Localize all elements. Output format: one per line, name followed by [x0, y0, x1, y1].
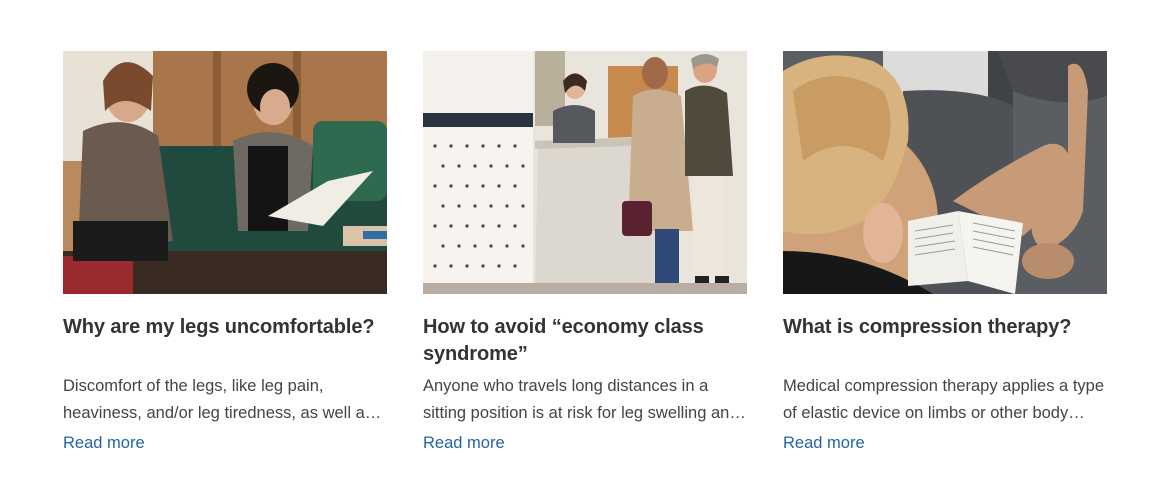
article-excerpt: Anyone who travels long distances in a s…: [423, 377, 739, 422]
article-card: What is compression therapy? Medical com…: [783, 51, 1107, 452]
article-image-hotel-reception[interactable]: [423, 51, 747, 294]
read-more-link[interactable]: Read more: [783, 430, 865, 457]
read-more-link[interactable]: Read more: [423, 430, 505, 457]
article-excerpt: Medical compression therapy applies a ty…: [783, 377, 1105, 422]
photo-hotel-reception-icon: [423, 51, 747, 294]
article-image-woman-reading-armchair[interactable]: [783, 51, 1107, 294]
article-title: Why are my legs uncomfortable?: [63, 316, 375, 338]
read-more-link[interactable]: Read more: [63, 430, 145, 457]
article-excerpt: Discomfort of the legs, like leg pain, h…: [63, 377, 374, 422]
article-title: What is compression therapy?: [783, 316, 1072, 338]
article-card: How to avoid “economy class syndrome” An…: [423, 51, 747, 452]
article-title: How to avoid “economy class syndrome”: [423, 316, 704, 365]
article-card: Why are my legs uncomfortable? Discomfor…: [63, 51, 387, 452]
photo-women-on-sofa-icon: [63, 51, 387, 294]
article-image-women-on-sofa[interactable]: [63, 51, 387, 294]
photo-woman-reading-armchair-icon: [783, 51, 1107, 294]
article-card-list: Why are my legs uncomfortable? Discomfor…: [63, 51, 1107, 452]
